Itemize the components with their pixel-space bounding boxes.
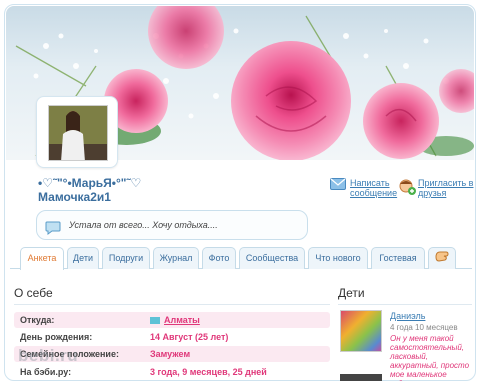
send-message-link[interactable]: Написать сообщение (330, 178, 398, 198)
watermark-text: bebi.ru (18, 346, 79, 365)
info-key: День рождения: (20, 332, 93, 342)
username-line1: •♡˜"°•МарьЯ•°"˜♡ (38, 176, 142, 190)
username: •♡˜"°•МарьЯ•°"˜♡ Мамочка2и1 (38, 176, 318, 204)
hand-icon (434, 251, 450, 263)
send-message-label: Написать сообщение (350, 178, 398, 198)
kid-age: 4 года 10 месяцев (390, 323, 458, 332)
envelope-icon (330, 178, 346, 192)
info-value: 14 Август (25 лет) (150, 332, 229, 342)
tab-guestbook[interactable]: Гостевая (371, 247, 425, 269)
kid-photo-2[interactable] (340, 374, 382, 381)
tab-communities[interactable]: Сообщества (239, 247, 305, 269)
avatar[interactable] (48, 105, 108, 161)
info-value: 3 года, 9 месяцев, 25 дней (150, 367, 267, 377)
info-row-birthday: День рождения: 14 Август (25 лет) (14, 329, 330, 345)
kid-description: Он у меня такой самостоятельный, ласковы… (390, 334, 470, 381)
tab-anketa[interactable]: Анкета (20, 247, 64, 270)
invite-friend-link[interactable]: Пригласить в друзья (399, 178, 474, 198)
kid-name-link[interactable]: Даниэль (390, 311, 425, 321)
avatar-card[interactable] (36, 96, 118, 168)
kids-title: Дети (338, 286, 365, 300)
tab-photo[interactable]: Фото (202, 247, 236, 269)
kids-divider (338, 304, 472, 305)
status-bubble: Устала от всего... Хочу отдыха.... (36, 210, 308, 240)
kid-photo[interactable] (340, 310, 382, 352)
tab-journal[interactable]: Журнал (153, 247, 199, 269)
city-link[interactable]: Алматы (150, 312, 200, 328)
speech-bubble-icon (45, 218, 61, 246)
tab-extra[interactable] (428, 247, 456, 269)
about-title: О себе (14, 286, 53, 300)
info-value: Замужем (150, 349, 191, 359)
tab-friends[interactable]: Подруги (102, 247, 150, 269)
info-row-member-since: На бэби.ру: 3 года, 9 месяцев, 25 дней (14, 364, 330, 380)
info-row-city: Откуда: Алматы (14, 312, 330, 328)
info-key: Откуда: (20, 315, 55, 325)
tab-whats-new[interactable]: Что нового (308, 247, 368, 269)
info-key: На бэби.ру: (20, 367, 72, 377)
status-text: Устала от всего... Хочу отдыха.... (69, 220, 218, 230)
tab-kids[interactable]: Дети (67, 247, 99, 269)
flag-icon (150, 317, 160, 324)
invite-friend-label: Пригласить в друзья (418, 178, 474, 198)
add-friend-icon (398, 178, 416, 198)
about-divider (14, 304, 330, 305)
username-line2: Мамочка2и1 (38, 190, 111, 204)
